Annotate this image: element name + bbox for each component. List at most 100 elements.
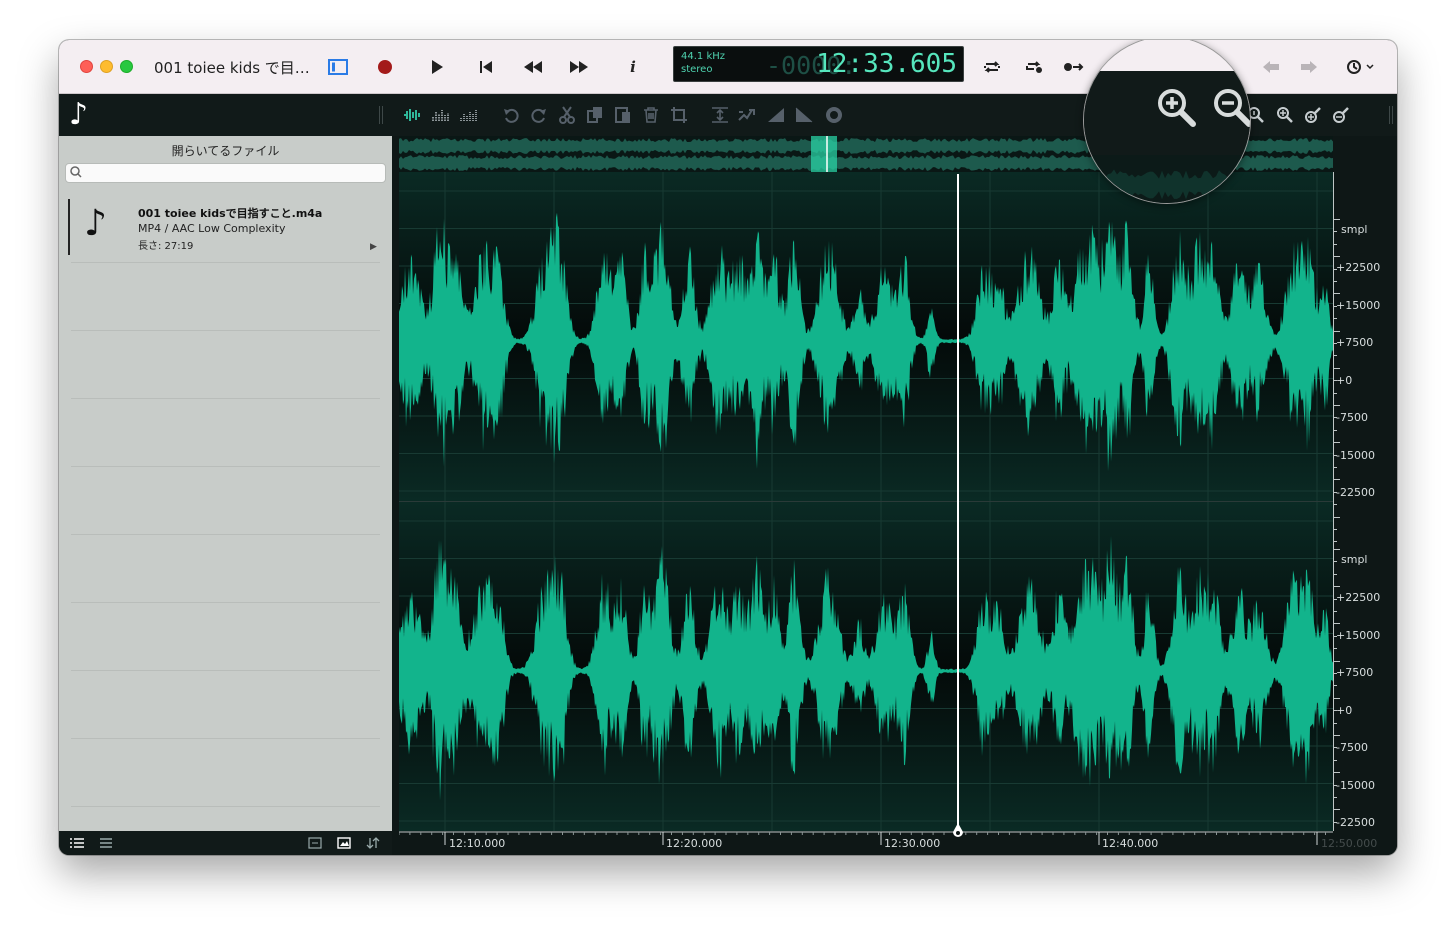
ruler-label: 12:40.000 xyxy=(1102,837,1159,850)
scale-label: +15000 xyxy=(1336,298,1381,312)
app-logo-icon: ♪ xyxy=(69,97,89,132)
list-divider xyxy=(71,534,380,535)
scale-tick xyxy=(1334,635,1337,637)
scale-tick xyxy=(1334,330,1340,332)
record-icon[interactable] xyxy=(372,54,398,80)
fade-out-icon[interactable] xyxy=(793,104,815,126)
playhead-handle-icon[interactable] xyxy=(952,823,964,839)
file-list-item[interactable]: ♪ 001 toiee kidsで目指すこと.m4a MP4 / AAC Low… xyxy=(68,199,379,255)
cut-icon[interactable] xyxy=(556,104,578,126)
waveform-editor[interactable] xyxy=(399,172,1333,831)
rewind-icon[interactable] xyxy=(520,54,546,80)
zoom-out-icon[interactable] xyxy=(1212,87,1250,133)
zoom-window-button[interactable] xyxy=(120,60,133,73)
app-window: 001 toiee kids で目… i 44.1 kHz stereo -000… xyxy=(59,40,1397,855)
zoom-magnifier-callout xyxy=(1083,40,1251,204)
sort-icon[interactable] xyxy=(365,835,381,851)
scale-tick xyxy=(1334,380,1337,382)
file-name: 001 toiee kidsで目指すこと.m4a xyxy=(138,207,323,220)
ruler-label: 12:30.000 xyxy=(884,837,941,850)
history-icon[interactable] xyxy=(1344,54,1378,80)
zoom-fit-icon[interactable] xyxy=(1274,104,1296,126)
zoom-in-icon[interactable] xyxy=(1156,87,1198,133)
undo-icon[interactable] xyxy=(500,104,522,126)
scale-tick xyxy=(1334,343,1337,344)
image-view-icon[interactable] xyxy=(336,835,352,851)
scale-label: +7500 xyxy=(1336,666,1374,679)
zoom-out-selection-icon[interactable] xyxy=(1330,104,1352,126)
scale-tick xyxy=(1334,219,1340,220)
scale-tick xyxy=(1334,429,1337,431)
scale-label: +15000 xyxy=(1336,628,1381,642)
time-display-value: 12:33.605 xyxy=(816,49,957,79)
scale-label: -7500 xyxy=(1336,411,1368,424)
music-file-icon: ♪ xyxy=(84,203,107,244)
scale-tick xyxy=(1334,697,1340,699)
scale-tick xyxy=(1334,660,1340,662)
list-divider xyxy=(71,806,380,807)
scale-tick xyxy=(1334,305,1337,307)
scale-label: -22500 xyxy=(1336,816,1375,829)
caption-icon[interactable] xyxy=(307,835,323,851)
scale-tick xyxy=(1334,573,1337,575)
scale-label: -22500 xyxy=(1336,486,1375,499)
redo-icon[interactable] xyxy=(528,104,550,126)
toolbar-separator xyxy=(1389,106,1393,124)
scale-axis-line xyxy=(1333,172,1334,831)
scale-tick xyxy=(1334,256,1340,258)
list-divider xyxy=(71,602,380,603)
forward-arrow-icon[interactable] xyxy=(1296,54,1322,80)
zoom-selection-icon[interactable] xyxy=(1302,104,1324,126)
crop-icon[interactable] xyxy=(668,104,690,126)
compact-list-icon[interactable] xyxy=(98,835,114,851)
scale-tick xyxy=(1334,685,1337,687)
fast-forward-icon[interactable] xyxy=(566,54,592,80)
delete-icon[interactable] xyxy=(640,104,662,126)
scale-unit-label: smpl xyxy=(1341,223,1368,236)
list-view-icon[interactable] xyxy=(69,835,85,851)
ruler-label: 12:20.000 xyxy=(666,837,723,850)
reverse-icon[interactable] xyxy=(737,104,759,126)
normalize-icon[interactable] xyxy=(709,104,731,126)
spectrogram-view-icon[interactable] xyxy=(458,104,480,126)
loop-selection-icon[interactable] xyxy=(1021,54,1047,80)
paste-icon[interactable] xyxy=(612,104,634,126)
fade-in-icon[interactable] xyxy=(765,104,787,126)
back-arrow-icon[interactable] xyxy=(1258,54,1284,80)
list-divider xyxy=(71,262,380,263)
scale-label: -7500 xyxy=(1336,741,1368,754)
minimize-window-button[interactable] xyxy=(100,60,113,73)
playhead[interactable] xyxy=(957,174,959,832)
disclosure-triangle-icon[interactable]: ▶ xyxy=(370,242,377,252)
magnified-waveform xyxy=(1084,169,1250,201)
scale-tick xyxy=(1334,747,1337,749)
sidebar-toggle-icon[interactable] xyxy=(325,54,351,80)
scale-label: +7500 xyxy=(1336,336,1374,349)
scale-tick xyxy=(1334,598,1337,600)
scale-tick xyxy=(1334,623,1340,625)
scale-tick xyxy=(1334,772,1340,774)
scale-tick xyxy=(1334,355,1337,357)
spectrum-view-icon[interactable] xyxy=(430,104,452,126)
list-divider xyxy=(71,738,380,739)
sample-rate-label: 44.1 kHz stereo xyxy=(681,51,726,75)
scale-tick xyxy=(1334,281,1337,282)
scale-tick xyxy=(1334,529,1337,530)
waveform-view-icon[interactable] xyxy=(402,104,424,126)
time-display: 44.1 kHz stereo -0000: 12:33.605 xyxy=(673,46,964,82)
search-icon xyxy=(70,166,82,181)
play-icon[interactable] xyxy=(424,54,450,80)
search-input[interactable] xyxy=(65,163,386,183)
window-title: 001 toiee kids で目… xyxy=(154,59,310,77)
record-effect-icon[interactable] xyxy=(823,104,845,126)
amplitude-scale: smpl +22500 +15000 +7500 +0 -7500 -15000 -22500… xyxy=(1333,136,1397,848)
info-icon[interactable]: i xyxy=(620,54,646,80)
list-divider xyxy=(71,670,380,671)
copy-icon[interactable] xyxy=(584,104,606,126)
scale-tick xyxy=(1334,561,1337,563)
close-window-button[interactable] xyxy=(80,60,93,73)
skip-to-start-icon[interactable] xyxy=(473,54,499,80)
scale-tick xyxy=(1334,454,1337,456)
open-files-sidebar: 開らいてるファイル ♪ 001 toiee kidsで目指すこと.m4a MP4… xyxy=(59,136,392,831)
loop-icon[interactable] xyxy=(979,54,1005,80)
